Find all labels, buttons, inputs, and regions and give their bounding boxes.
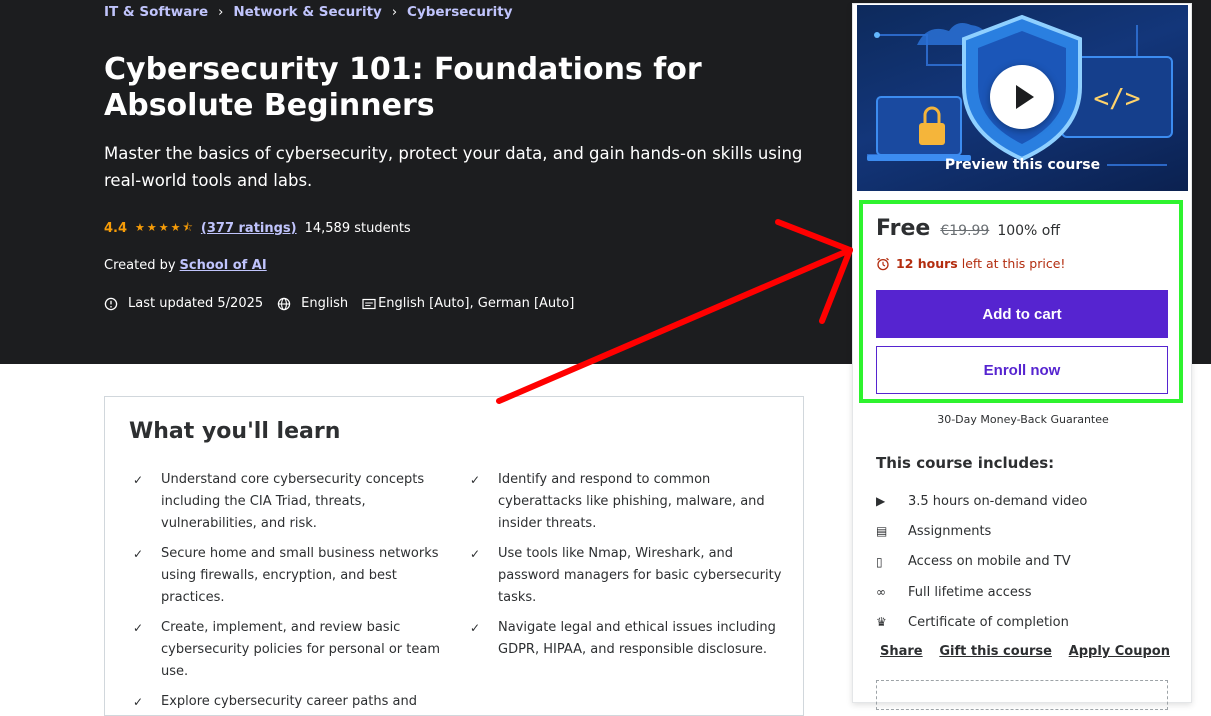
- include-label: Certificate of completion: [908, 614, 1069, 630]
- coupon-box: [876, 680, 1168, 710]
- mobile-icon: ▯: [876, 554, 883, 569]
- check-icon: ✓: [133, 621, 144, 635]
- add-to-cart-button[interactable]: Add to cart: [876, 290, 1168, 338]
- check-icon: ✓: [470, 473, 481, 487]
- check-icon: ✓: [133, 473, 144, 487]
- svg-text:</>: </>: [1094, 84, 1141, 114]
- include-item: ♛ Certificate of completion: [876, 607, 1087, 637]
- learn-item: ✓ Explore cybersecurity career paths and: [129, 691, 466, 713]
- captions-text: English [Auto], German [Auto]: [378, 296, 575, 311]
- purchase-card: </> Preview this course Free €19.99 100%…: [852, 3, 1192, 710]
- star-rating-icon: ★★★★⯪: [135, 221, 195, 234]
- include-label: Assignments: [908, 523, 992, 539]
- apply-coupon-link[interactable]: Apply Coupon: [1069, 644, 1170, 659]
- learn-item-text: Identify and respond to common cyberatta…: [498, 472, 765, 531]
- learn-item-text: Navigate legal and ethical issues includ…: [498, 620, 776, 657]
- breadcrumb-cybersecurity[interactable]: Cybersecurity: [407, 4, 513, 20]
- check-icon: ✓: [133, 695, 144, 709]
- learn-item: ✓ Use tools like Nmap, Wireshark, and pas…: [466, 543, 789, 609]
- what-you-learn: What you'll learn ✓ Understand core cyber…: [104, 396, 804, 716]
- include-item: ▯ Access on mobile and TV: [876, 547, 1087, 577]
- captions-icon: [362, 298, 376, 309]
- card-links: Share Gift this course Apply Coupon: [880, 644, 1170, 659]
- learn-title: What you'll learn: [129, 419, 341, 444]
- include-label: Full lifetime access: [908, 584, 1032, 600]
- include-item: ∞ Full lifetime access: [876, 577, 1087, 607]
- discount-percent: 100% off: [997, 223, 1060, 239]
- price-timer: 12 hours left at this price!: [876, 256, 1065, 271]
- trophy-icon: ♛: [876, 615, 887, 630]
- alarm-clock-icon: [877, 257, 889, 270]
- gift-course-link[interactable]: Gift this course: [939, 644, 1052, 659]
- learn-item-text: Explore cybersecurity career paths and: [161, 694, 417, 709]
- assignment-icon: ▤: [876, 524, 888, 539]
- language-text: English: [301, 296, 349, 311]
- current-price: Free: [876, 216, 931, 241]
- ratings-link[interactable]: (377 ratings): [201, 221, 297, 236]
- price-row: Free €19.99 100% off: [876, 216, 1060, 241]
- check-icon: ✓: [470, 621, 481, 635]
- course-subtitle: Master the basics of cybersecurity, prot…: [104, 144, 803, 190]
- include-item: ▤ Assignments: [876, 516, 1087, 546]
- learn-item: ✓ Secure home and small business networks…: [129, 543, 466, 609]
- include-label: 3.5 hours on-demand video: [908, 493, 1088, 509]
- chevron-right-icon: ›: [391, 4, 398, 20]
- learn-item-text: Use tools like Nmap, Wireshark, and pass…: [498, 546, 782, 605]
- enroll-now-button[interactable]: Enroll now: [876, 346, 1168, 394]
- breadcrumb-it-software[interactable]: IT & Software: [104, 4, 208, 20]
- include-item: ▶ 3.5 hours on-demand video: [876, 486, 1087, 516]
- globe-icon: [277, 297, 291, 310]
- learn-list: ✓ Understand core cybersecurity concepts …: [129, 469, 789, 713]
- video-icon: ▶: [876, 494, 886, 509]
- learn-item: ✓ Create, implement, and review basic cyb…: [129, 617, 466, 683]
- preview-label[interactable]: Preview this course: [857, 157, 1188, 173]
- learn-item: ✓ Understand core cybersecurity concepts …: [129, 469, 466, 535]
- course-preview[interactable]: </> Preview this course: [857, 5, 1188, 191]
- last-updated-text: Last updated 5/2025: [128, 296, 264, 311]
- created-by-label: Created by: [104, 258, 176, 273]
- infinity-icon: ∞: [876, 585, 886, 600]
- rating-row: 4.4 ★★★★⯪ (377 ratings) 14,589 students: [104, 219, 411, 238]
- language: English: [277, 296, 348, 311]
- check-icon: ✓: [133, 547, 144, 561]
- rating-value: 4.4: [104, 221, 128, 236]
- course-meta: Last updated 5/2025 English English [Aut…: [104, 296, 588, 311]
- includes-list: ▶ 3.5 hours on-demand video ▤ Assignments …: [876, 486, 1087, 637]
- money-back-guarantee: 30-Day Money-Back Guarantee: [937, 413, 1109, 426]
- learn-item: ✓ Identify and respond to common cyberatt…: [466, 469, 789, 535]
- course-title: Cybersecurity 101: Foundations for Absol…: [104, 52, 702, 123]
- includes-title: This course includes:: [876, 454, 1055, 472]
- check-icon: ✓: [470, 547, 481, 561]
- timer-hours: 12 hours: [896, 256, 958, 271]
- breadcrumb-network-security[interactable]: Network & Security: [233, 4, 382, 20]
- captions: English [Auto], German [Auto]: [362, 296, 574, 311]
- breadcrumb: IT & Software › Network & Security › Cyb…: [104, 4, 513, 20]
- alert-clock-icon: [104, 297, 118, 310]
- share-link[interactable]: Share: [880, 644, 923, 659]
- play-button[interactable]: [990, 65, 1054, 129]
- learn-item-text: Secure home and small business networks …: [161, 546, 439, 605]
- learn-item-text: Understand core cybersecurity concepts i…: [161, 472, 425, 531]
- chevron-right-icon: ›: [218, 4, 224, 20]
- author-link[interactable]: School of AI: [180, 258, 267, 273]
- original-price: €19.99: [940, 223, 990, 239]
- learn-item: ✓ Navigate legal and ethical issues inclu…: [466, 617, 789, 683]
- include-label: Access on mobile and TV: [908, 554, 1071, 570]
- learn-item-text: Create, implement, and review basic cybe…: [161, 620, 440, 679]
- last-updated: Last updated 5/2025: [104, 296, 263, 311]
- created-by: Created by School of AI: [104, 258, 267, 273]
- timer-text: left at this price!: [961, 256, 1066, 271]
- student-count: 14,589 students: [304, 221, 411, 236]
